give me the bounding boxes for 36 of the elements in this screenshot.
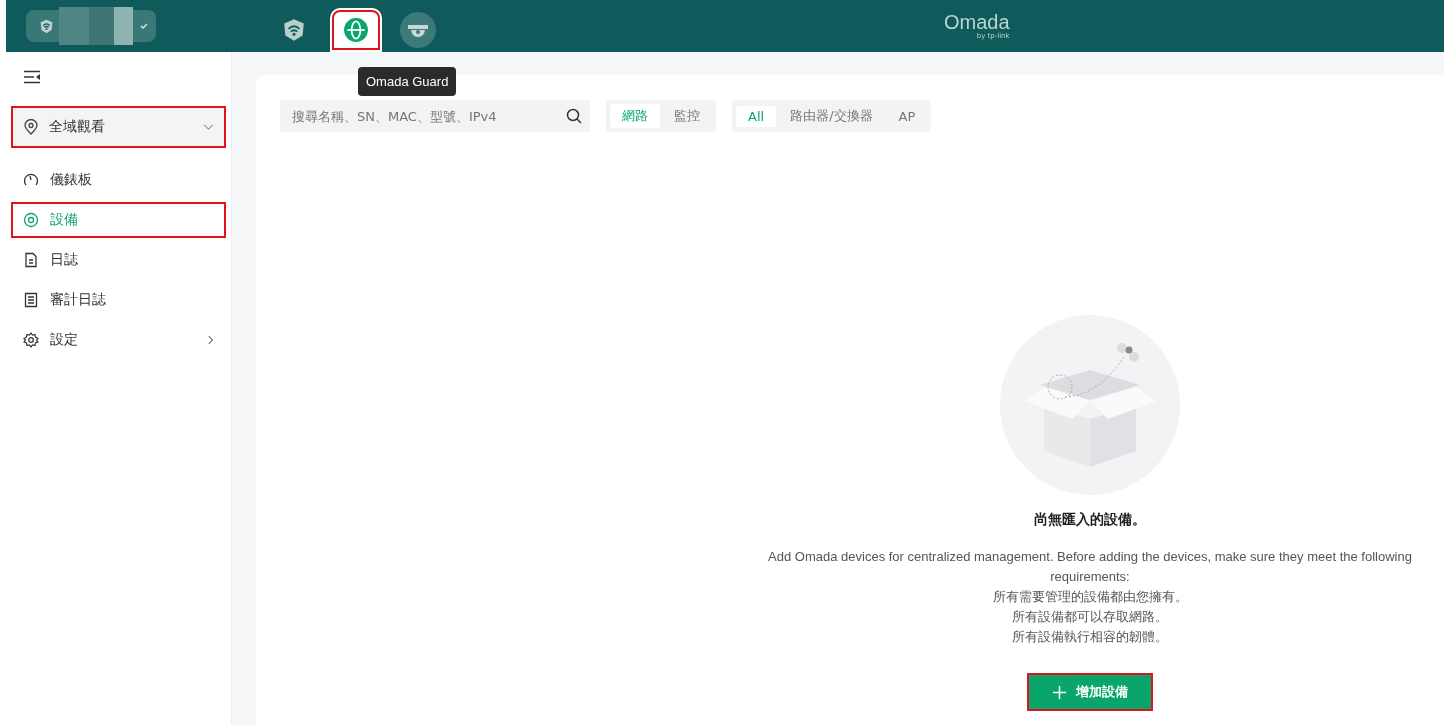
- document-icon: [23, 252, 39, 268]
- site-switcher[interactable]: [26, 10, 156, 42]
- filter-tab[interactable]: All: [736, 105, 777, 127]
- site-selector[interactable]: 全域觀看: [13, 108, 224, 146]
- nav-item[interactable]: 審計日誌: [13, 284, 224, 316]
- nav-item[interactable]: 儀錶板: [13, 164, 224, 196]
- wifi-shield-icon: [281, 17, 307, 43]
- list-document-icon: [23, 292, 39, 308]
- nav-item[interactable]: 日誌: [13, 244, 224, 276]
- globe-icon: [343, 17, 369, 43]
- filter-tab[interactable]: 路由器/交換器: [778, 104, 885, 128]
- location-pin-icon: [23, 119, 39, 135]
- nav-item[interactable]: 設定: [13, 324, 224, 356]
- requirement-text: 所有設備都可以存取網路。: [1012, 608, 1168, 626]
- search-field[interactable]: 搜尋名稱、SN、MAC、型號、IPv4: [280, 100, 590, 132]
- check-icon: [139, 21, 149, 31]
- empty-description: Add Omada devices for centralized management. Before adding the devices, make sure they meet the following requirements:: [767, 548, 1413, 586]
- requirement-text: 所有設備執行相容的韌體。: [1012, 628, 1168, 646]
- empty-title: 尚無匯入的設備。: [1034, 511, 1146, 529]
- gauge-icon: [23, 172, 39, 188]
- nav-item[interactable]: 設備: [13, 204, 224, 236]
- filter-tab[interactable]: AP: [886, 105, 928, 127]
- type-tab[interactable]: 網路: [610, 104, 660, 128]
- collapse-menu-icon[interactable]: [23, 70, 41, 84]
- type-tab[interactable]: 監控: [662, 104, 712, 128]
- tooltip: Omada Guard: [358, 67, 457, 96]
- camera-dome-icon: [400, 12, 436, 48]
- add-device-button[interactable]: 增加設備: [1029, 675, 1151, 709]
- settings-icon: [23, 332, 39, 348]
- chevron-down-icon: [203, 123, 214, 131]
- plus-icon: [1052, 685, 1066, 699]
- app-tab[interactable]: [330, 8, 382, 52]
- requirement-text: 所有需要管理的設備都由您擁有。: [992, 588, 1188, 606]
- wifi-shield-icon: [38, 17, 55, 35]
- target-icon: [23, 212, 39, 228]
- search-icon[interactable]: [566, 108, 582, 124]
